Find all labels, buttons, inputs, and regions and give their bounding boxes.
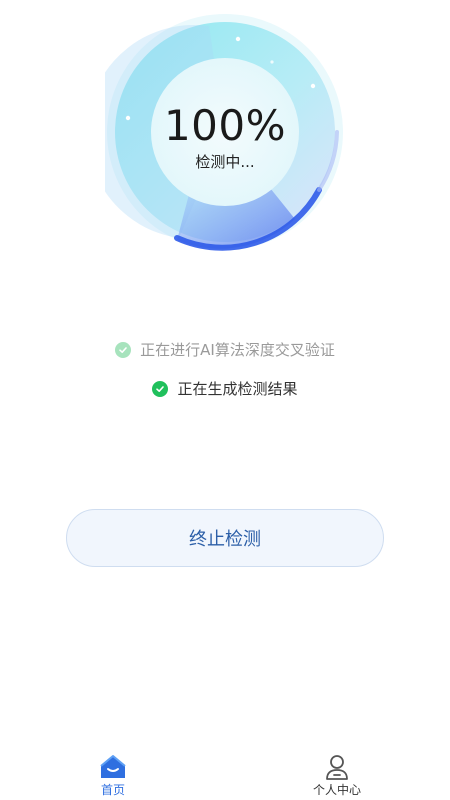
step-item: 正在生成检测结果 xyxy=(0,377,450,401)
step-item: 正在进行AI算法深度交叉验证 xyxy=(0,338,450,362)
stop-detection-button[interactable]: 终止检测 xyxy=(66,509,384,567)
step-label: 正在生成检测结果 xyxy=(177,380,298,398)
bottom-tab-bar: 首页 个人中心 xyxy=(0,748,450,800)
tab-profile-label: 个人中心 xyxy=(312,783,361,797)
progress-dial: 100% 检测中... xyxy=(105,14,345,254)
tab-home-label: 首页 xyxy=(100,783,125,797)
check-circle-icon xyxy=(152,381,169,397)
tab-profile[interactable]: 个人中心 xyxy=(297,754,377,800)
detection-screen: 100% 检测中... 正在进行AI算法深度交叉验证 正在生成检测结果 终止检测… xyxy=(0,0,450,800)
progress-status-text: 检测中... xyxy=(195,153,255,171)
check-circle-icon xyxy=(115,342,132,358)
user-icon xyxy=(323,754,351,780)
home-icon xyxy=(99,754,127,780)
progress-percent: 100% xyxy=(163,101,287,150)
tab-home[interactable]: 首页 xyxy=(73,754,153,800)
step-label: 正在进行AI算法深度交叉验证 xyxy=(140,341,335,359)
